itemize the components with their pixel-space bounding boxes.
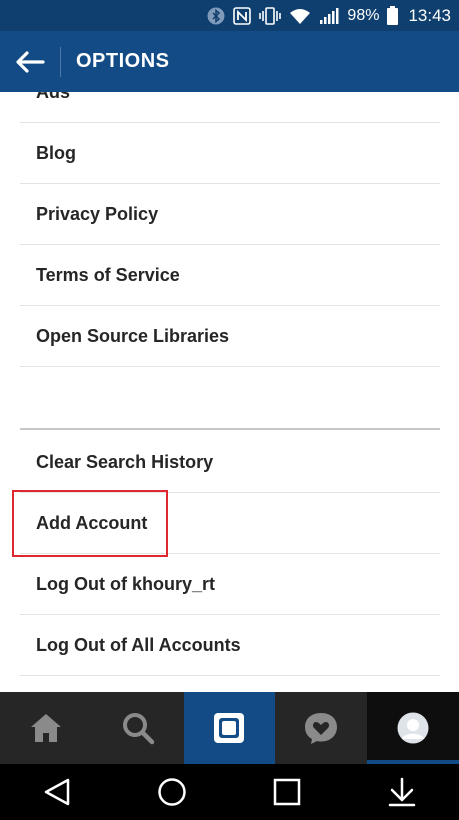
tab-profile[interactable] [367, 692, 459, 764]
back-triangle-icon [45, 778, 70, 806]
list-item-ads[interactable]: Ads [20, 92, 440, 123]
camera-icon [214, 713, 245, 743]
options-list[interactable]: Ads Blog Privacy Policy Terms of Service… [0, 92, 459, 692]
wifi-icon [289, 7, 311, 25]
tab-activity[interactable] [275, 692, 367, 764]
battery-percent: 98% [347, 6, 380, 24]
nfc-icon [233, 6, 252, 25]
search-icon [122, 713, 154, 745]
app-bar-divider [60, 46, 61, 77]
page-title: OPTIONS [76, 50, 170, 72]
list-item-open-source-libraries[interactable]: Open Source Libraries [20, 306, 440, 367]
activity-heart-icon [305, 713, 338, 744]
bluetooth-icon [207, 7, 225, 25]
battery-icon [387, 6, 399, 25]
signal-icon [319, 7, 339, 25]
list-item-clear-search-history[interactable]: Clear Search History [20, 432, 440, 493]
tab-home[interactable] [0, 692, 92, 764]
vibrate-icon [259, 6, 282, 25]
list-item-terms-of-service[interactable]: Terms of Service [20, 245, 440, 306]
tab-search[interactable] [92, 692, 184, 764]
list-item-log-out-all[interactable]: Log Out of All Accounts [20, 615, 440, 676]
nav-recents-button[interactable] [257, 764, 317, 820]
app-bar: OPTIONS [0, 31, 459, 92]
list-item-privacy-policy[interactable]: Privacy Policy [20, 184, 440, 245]
tab-camera[interactable] [183, 692, 276, 764]
list-item-log-out-account[interactable]: Log Out of khoury_rt [20, 554, 440, 615]
system-nav-bar [0, 764, 459, 820]
nav-back-button[interactable] [27, 764, 87, 820]
status-bar: 98% 13:43 [0, 0, 459, 31]
back-arrow-icon [16, 50, 45, 73]
nav-notifications-button[interactable] [372, 764, 432, 820]
home-icon [30, 714, 61, 742]
recents-square-icon [273, 778, 301, 806]
bottom-tab-bar [0, 692, 459, 764]
back-button[interactable] [0, 31, 60, 92]
nav-home-button[interactable] [142, 764, 202, 820]
highlight-box [12, 490, 168, 557]
section-divider [20, 428, 440, 430]
home-circle-icon [158, 778, 186, 806]
list-item-blog[interactable]: Blog [20, 123, 440, 184]
notification-down-icon [388, 777, 415, 807]
profile-avatar-icon [397, 712, 429, 744]
clock: 13:43 [408, 5, 451, 25]
